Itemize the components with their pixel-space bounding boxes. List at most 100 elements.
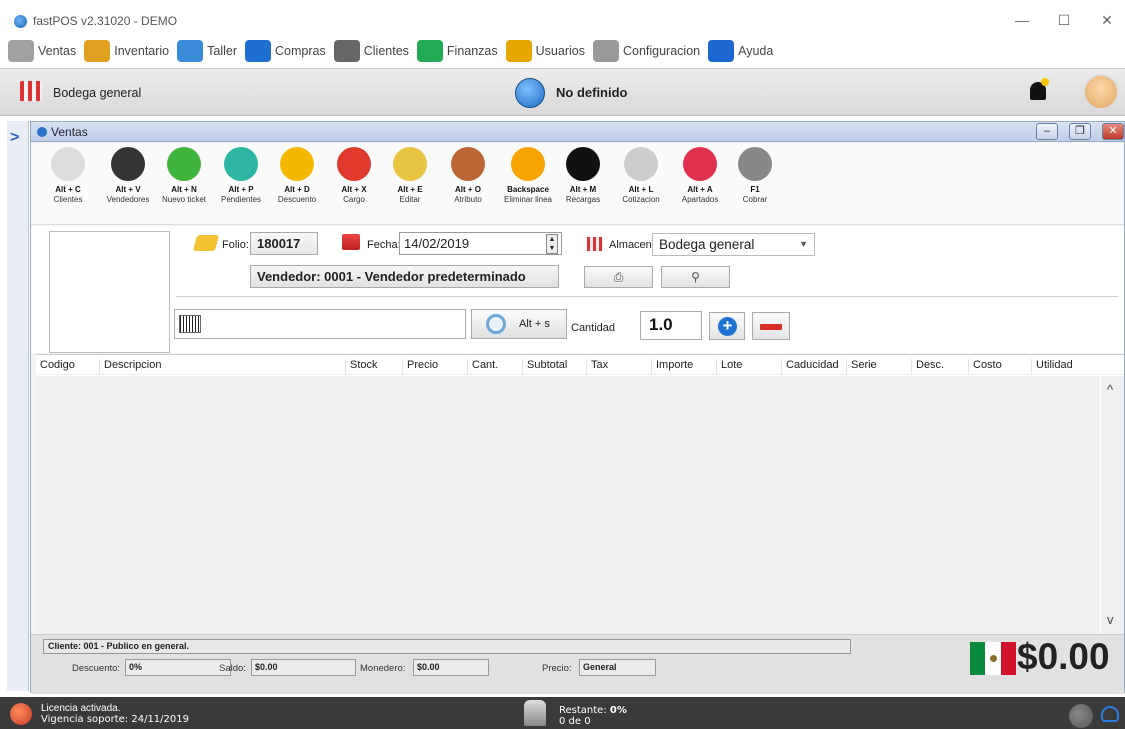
cart-status-icon[interactable] [515, 78, 545, 108]
menu-item-label: Configuracion [622, 44, 701, 58]
toolbar-button-vendedores[interactable]: Alt + V Vendedores [99, 147, 157, 205]
column-header-precio[interactable]: Precio [402, 359, 438, 375]
column-header-codigo[interactable]: Codigo [36, 359, 75, 375]
toolbar-label: Nuevo ticket [161, 195, 207, 204]
search-customer-button[interactable]: ⚲ [661, 266, 730, 288]
column-header-costo[interactable]: Costo [968, 359, 1002, 375]
toolbar-button-pendientes[interactable]: Alt + P Pendientes [212, 147, 270, 205]
menu-item-compras[interactable]: Compras [245, 40, 326, 62]
date-spinner[interactable]: ▲ ▼ [546, 234, 558, 254]
column-header-descripcion[interactable]: Descripcion [99, 359, 161, 375]
toolbar-shortcut: Alt + P [228, 185, 254, 194]
pencil-icon [393, 147, 427, 181]
hourglass-icon [224, 147, 258, 181]
ventas-window-icon [37, 127, 47, 137]
remaining-status: Restante: 0% [559, 705, 627, 716]
menu-item-usuarios[interactable]: Usuarios [505, 40, 585, 62]
toolbar-shortcut: Backspace [507, 185, 549, 194]
magnifier-icon [486, 314, 506, 334]
actions-toolbar: Alt + C Clientes Alt + V Vendedores Alt + NN… [31, 143, 1124, 225]
menu-item-label: Clientes [363, 44, 409, 58]
license-key-icon [10, 703, 32, 725]
product-search-button[interactable]: Alt + s [471, 309, 567, 339]
scroll-up-icon[interactable]: ^ [1107, 382, 1113, 397]
quantity-field[interactable]: 1.0 [640, 311, 702, 340]
toolbar-button-cotizacion[interactable]: Alt + L Cotizacion [612, 147, 670, 205]
menu-item-inventario[interactable]: Inventario [84, 40, 169, 62]
menu-item-ventas[interactable]: Ventas [8, 40, 76, 62]
toolbar-button-eliminar-linea[interactable]: Backspace Eliminar linea [499, 147, 557, 205]
toolbar-label: Pendientes [220, 195, 262, 204]
toolbar-button-recargas[interactable]: Alt + M Recargas [554, 147, 612, 205]
warehouse-select-value: Bodega general [659, 237, 755, 252]
ventas-restore-button[interactable]: ❐ [1069, 123, 1091, 140]
barcode-icon [179, 315, 201, 333]
toolbar-button-descuento[interactable]: Alt + D Descuento [268, 147, 326, 205]
column-header-tax[interactable]: Tax [586, 359, 608, 375]
menu-item-label: Ayuda [738, 44, 774, 58]
toolbar-button-clientes[interactable]: Alt + C Clientes [39, 147, 97, 205]
toolbar-button-atributo[interactable]: Alt + O Atributo [439, 147, 497, 205]
toolbar-button-cargo[interactable]: Alt + X Cargo [325, 147, 383, 205]
ventas-window-titlebar: Ventas – ❐ ✕ [31, 122, 1124, 142]
cloud-sync-icon[interactable] [1101, 706, 1119, 722]
menu-item-label: Finanzas [446, 44, 498, 58]
toolbar-shortcut: Alt + V [115, 185, 141, 194]
decrease-quantity-button[interactable] [752, 312, 790, 340]
menu-item-clientes[interactable]: Clientes [333, 40, 409, 62]
table-body[interactable] [36, 376, 1100, 640]
ventas-close-button[interactable]: ✕ [1102, 123, 1124, 140]
basket-icon [245, 40, 272, 62]
menu-item-finanzas[interactable]: Finanzas [416, 40, 498, 62]
license-status: Licencia activada. [41, 703, 121, 714]
column-header-desc[interactable]: Desc. [911, 359, 944, 375]
column-header-importe[interactable]: Importe [651, 359, 693, 375]
increase-quantity-button[interactable]: + [709, 312, 745, 340]
person-icon [333, 40, 360, 62]
minimize-button[interactable]: — [1010, 8, 1034, 32]
column-header-serie[interactable]: Serie [846, 359, 877, 375]
support-validity: Vigencia soporte: 24/11/2019 [41, 714, 189, 725]
column-header-subtotal[interactable]: Subtotal [522, 359, 567, 375]
chevron-down-icon: ▼ [799, 239, 808, 249]
column-header-caducidad[interactable]: Caducidad [781, 359, 839, 375]
toolbar-button-nuevo-ticket[interactable]: Alt + N Nuevo ticket [155, 147, 213, 205]
close-button[interactable]: ✕ [1095, 8, 1119, 32]
vendor-display[interactable]: Vendedor: 0001 - Vendedor predeterminado [250, 265, 559, 288]
saldo-label: Saldo: [219, 663, 246, 674]
warehouse-select[interactable]: Bodega general ▼ [652, 233, 815, 256]
store-name[interactable]: Bodega general [53, 86, 141, 100]
menu-item-ayuda[interactable]: Ayuda [708, 40, 773, 62]
chevron-right-icon[interactable]: > [10, 129, 19, 147]
column-header-stock[interactable]: Stock [345, 359, 378, 375]
users-icon [505, 40, 532, 62]
column-header-utilidad[interactable]: Utilidad [1031, 359, 1073, 375]
minus-circle-icon [280, 147, 314, 181]
toolbar-button-apartados[interactable]: Alt + A Apartados [671, 147, 729, 205]
menu-item-configuracion[interactable]: Configuracion [592, 40, 701, 62]
gift-icon [683, 147, 717, 181]
date-field[interactable]: 14/02/2019 [399, 232, 562, 255]
folio-value: 180017 [250, 232, 318, 255]
toolbar-label: Clientes [53, 195, 83, 204]
maximize-button[interactable]: ☐ [1052, 8, 1076, 32]
printer-icon: ⎙ [613, 270, 624, 284]
menu-item-taller[interactable]: Taller [177, 40, 237, 62]
scroll-down-icon[interactable]: v [1107, 612, 1114, 627]
user-avatar[interactable] [1083, 74, 1119, 110]
barcode-input[interactable] [174, 309, 466, 339]
toolbar-button-editar[interactable]: Alt + E Editar [381, 147, 439, 205]
side-panel-toggle[interactable]: > [7, 121, 29, 691]
almacen-label: Almacen: [609, 239, 655, 251]
toolbar-label: Editar [399, 195, 421, 204]
sale-form: Folio: 180017 Fecha: 14/02/2019 ▲ ▼ Almac… [31, 226, 1124, 353]
column-header-cant[interactable]: Cant. [467, 359, 498, 375]
calendar-icon [342, 234, 360, 250]
vertical-scrollbar[interactable]: ^ v [1101, 376, 1124, 639]
sale-summary-panel: Cliente: 001 - Publico en general. Descu… [31, 634, 1124, 694]
ventas-minimize-button[interactable]: – [1036, 123, 1058, 140]
toolbar-button-cobrar[interactable]: F1 Cobrar [726, 147, 784, 205]
toolbar-label: Descuento [277, 195, 317, 204]
column-header-lote[interactable]: Lote [716, 359, 742, 375]
print-button[interactable]: ⎙ [584, 266, 653, 288]
